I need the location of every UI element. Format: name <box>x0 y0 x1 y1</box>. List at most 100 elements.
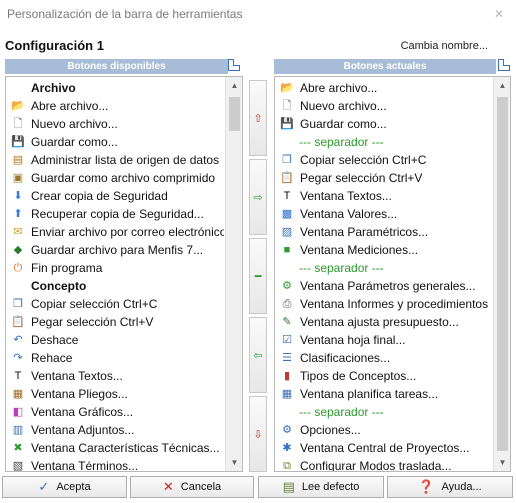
open-folder-icon: 📂 <box>11 100 25 112</box>
values-icon: ▩ <box>281 208 293 220</box>
list-item[interactable]: ▮ Tipos de Conceptos... <box>275 367 492 385</box>
separator-button[interactable]: ━ <box>249 238 267 314</box>
item-label: Recuperar copia de Seguridad... <box>31 207 204 221</box>
external-window-icon[interactable] <box>498 59 510 71</box>
item-label: Clasificaciones... <box>300 351 391 365</box>
cancel-button[interactable]: ✕ Cancela <box>130 476 254 498</box>
available-buttons-list[interactable]: Archivo 📂 Abre archivo... 🗋 Nuevo archivo...… <box>5 76 243 472</box>
close-icon[interactable]: ✕ <box>492 6 506 22</box>
separator-item[interactable]: --- separador --- <box>275 259 492 277</box>
blank-icon-slot <box>10 279 26 293</box>
list-item[interactable]: ■ Ventana Mediciones... <box>275 241 492 259</box>
list-item[interactable]: ☰ Clasificaciones... <box>275 349 492 367</box>
item-label: --- separador --- <box>299 405 384 419</box>
rename-link[interactable]: Cambia nombre... <box>401 40 488 52</box>
scroll-thumb[interactable] <box>229 97 240 131</box>
text-t-icon: T <box>14 370 22 382</box>
item-label: Enviar archivo por correo electrónico <box>31 225 224 239</box>
current-buttons-list[interactable]: 📂 Abre archivo... 🗋 Nuevo archivo... 💾 Guarda… <box>274 76 511 472</box>
list-item[interactable]: ▣ Guardar como archivo comprimido <box>6 169 224 187</box>
item-label: Ventana planifica tareas... <box>300 387 439 401</box>
blank-icon-slot <box>10 81 26 95</box>
redo-icon: ↷ <box>13 352 23 364</box>
list-item[interactable]: ☑ Ventana hoja final... <box>275 331 492 349</box>
list-item[interactable]: T Ventana Textos... <box>6 367 224 385</box>
available-scrollbar[interactable]: ▲ ▼ <box>225 77 242 471</box>
remove-arrow-button[interactable]: ⇦ <box>249 317 267 393</box>
item-label: Ventana Gráficos... <box>31 405 134 419</box>
options-icon: ⚙ <box>282 424 292 436</box>
list-item[interactable]: ⚙ Ventana Parámetros generales... <box>275 277 492 295</box>
list-item[interactable]: ⬆ Recuperar copia de Seguridad... <box>6 205 224 223</box>
list-item[interactable]: ▥ Ventana Adjuntos... <box>6 421 224 439</box>
list-item[interactable]: ⎙ Ventana Informes y procedimientos <box>275 295 492 313</box>
item-label: Ventana Mediciones... <box>300 243 419 257</box>
list-item[interactable]: 🗋 Nuevo archivo... <box>6 115 224 133</box>
list-item[interactable]: 📋 Pegar selección Ctrl+V <box>6 313 224 331</box>
external-window-icon[interactable] <box>228 59 240 71</box>
list-item[interactable]: ✱ Ventana Central de Proyectos... <box>275 439 492 457</box>
compressed-icon: ▣ <box>12 172 24 184</box>
list-item[interactable]: ▤ Administrar lista de origen de datos <box>6 151 224 169</box>
list-item[interactable]: 📋 Pegar selección Ctrl+V <box>275 169 492 187</box>
scroll-thumb[interactable] <box>497 97 508 451</box>
list-item[interactable]: ⏻ Fin programa <box>6 259 224 277</box>
separator-icon: ━ <box>254 270 262 283</box>
help-label: Ayuda... <box>441 481 482 493</box>
item-label: Ventana Textos... <box>31 369 123 383</box>
scroll-up-icon[interactable]: ▲ <box>226 77 242 94</box>
list-item[interactable]: ❐ Copiar selección Ctrl+C <box>6 295 224 313</box>
list-item[interactable]: 💾 Guardar como... <box>6 133 224 151</box>
move-down-arrow-button[interactable]: ⇩ <box>249 396 267 472</box>
load-default-button[interactable]: ▤ Lee defecto <box>258 476 384 498</box>
accept-label: Acepta <box>56 481 91 493</box>
list-item[interactable]: 💾 Guardar como... <box>275 115 492 133</box>
cancel-x-icon: ✕ <box>162 479 174 494</box>
list-item[interactable]: ✉ Enviar archivo por correo electrónico <box>6 223 224 241</box>
config-modes-icon: ⧉ <box>283 460 291 472</box>
separator-item[interactable]: --- separador --- <box>275 403 492 421</box>
list-item[interactable]: ▧ Ventana Términos... <box>6 457 224 471</box>
scroll-down-icon[interactable]: ▼ <box>226 454 242 471</box>
item-label: Ventana Central de Proyectos... <box>300 441 470 455</box>
item-label: Archivo <box>31 81 76 95</box>
list-item[interactable]: ⚙ Opciones... <box>275 421 492 439</box>
new-file-icon: 🗋 <box>13 118 23 130</box>
params-icon: ⚙ <box>282 280 292 292</box>
list-item[interactable]: 📂 Abre archivo... <box>275 79 492 97</box>
scroll-down-icon[interactable]: ▼ <box>494 454 510 471</box>
list-item[interactable]: ⧉ Configurar Modos traslada... <box>275 457 492 472</box>
group-header[interactable]: Concepto <box>6 277 224 295</box>
list-item[interactable]: ↷ Rehace <box>6 349 224 367</box>
list-item[interactable]: ◧ Ventana Gráficos... <box>6 403 224 421</box>
list-item[interactable]: ▦ Ventana Pliegos... <box>6 385 224 403</box>
list-item[interactable]: ✖ Ventana Características Técnicas... <box>6 439 224 457</box>
current-scrollbar[interactable]: ▲ ▼ <box>493 77 510 471</box>
list-item[interactable]: ↶ Deshace <box>6 331 224 349</box>
group-header[interactable]: Archivo <box>6 79 224 97</box>
item-label: Nuevo archivo... <box>300 99 387 113</box>
list-item[interactable]: ✎ Ventana ajusta presupuesto... <box>275 313 492 331</box>
copy-icon: ❐ <box>282 154 292 166</box>
help-button[interactable]: ❓ Ayuda... <box>387 476 513 498</box>
list-item[interactable]: T Ventana Textos... <box>275 187 492 205</box>
move-up-arrow-button[interactable]: ⇧ <box>249 80 267 156</box>
classify-icon: ☰ <box>282 352 292 364</box>
list-item[interactable]: ⬇ Crear copia de Seguridad <box>6 187 224 205</box>
list-item[interactable]: 📂 Abre archivo... <box>6 97 224 115</box>
separator-item[interactable]: --- separador --- <box>275 133 492 151</box>
add-arrow-button[interactable]: ⇨ <box>249 159 267 235</box>
item-label: Ventana Valores... <box>300 207 398 221</box>
help-icon: ❓ <box>418 479 435 494</box>
accept-button[interactable]: ✓ Acepta <box>2 476 127 498</box>
item-label: Administrar lista de origen de datos <box>31 153 220 167</box>
move-up-arrow-icon: ⇧ <box>253 112 263 125</box>
list-item[interactable]: ▦ Ventana planifica tareas... <box>275 385 492 403</box>
window-title: Personalización de la barra de herramien… <box>7 7 243 21</box>
list-item[interactable]: ▩ Ventana Valores... <box>275 205 492 223</box>
list-item[interactable]: ▨ Ventana Paramétricos... <box>275 223 492 241</box>
list-item[interactable]: ◆ Guardar archivo para Menfis 7... <box>6 241 224 259</box>
list-item[interactable]: 🗋 Nuevo archivo... <box>275 97 492 115</box>
list-item[interactable]: ❐ Copiar selección Ctrl+C <box>275 151 492 169</box>
scroll-up-icon[interactable]: ▲ <box>494 77 510 94</box>
